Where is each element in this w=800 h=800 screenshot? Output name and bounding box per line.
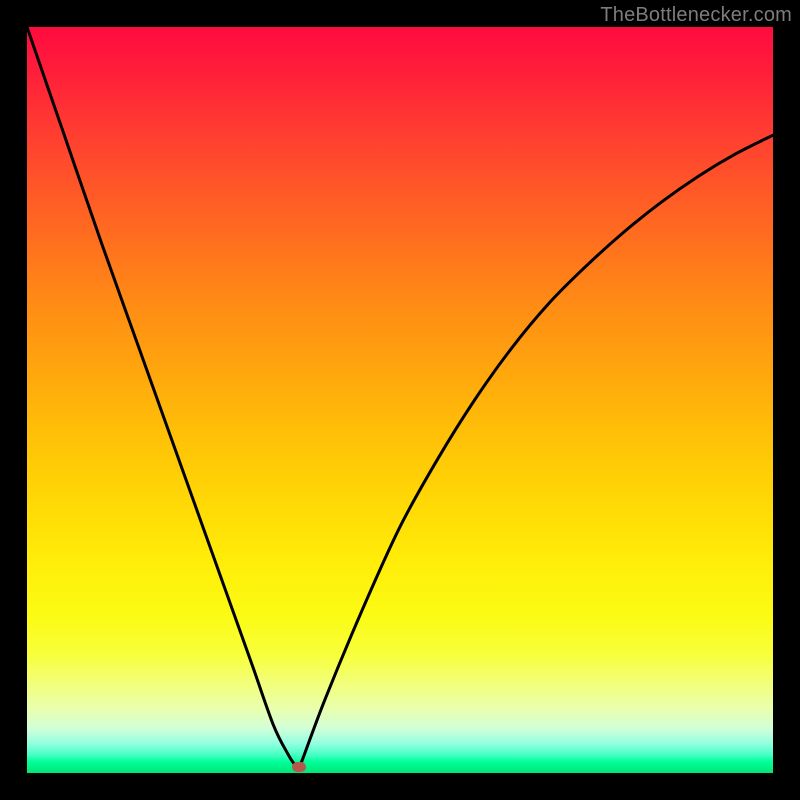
watermark-text: TheBottlenecker.com [600,4,792,27]
plot-area [27,27,773,773]
bottleneck-curve [27,27,773,768]
curve-svg [27,27,773,773]
chart-frame: TheBottlenecker.com [0,0,800,800]
minimum-marker [292,762,306,772]
